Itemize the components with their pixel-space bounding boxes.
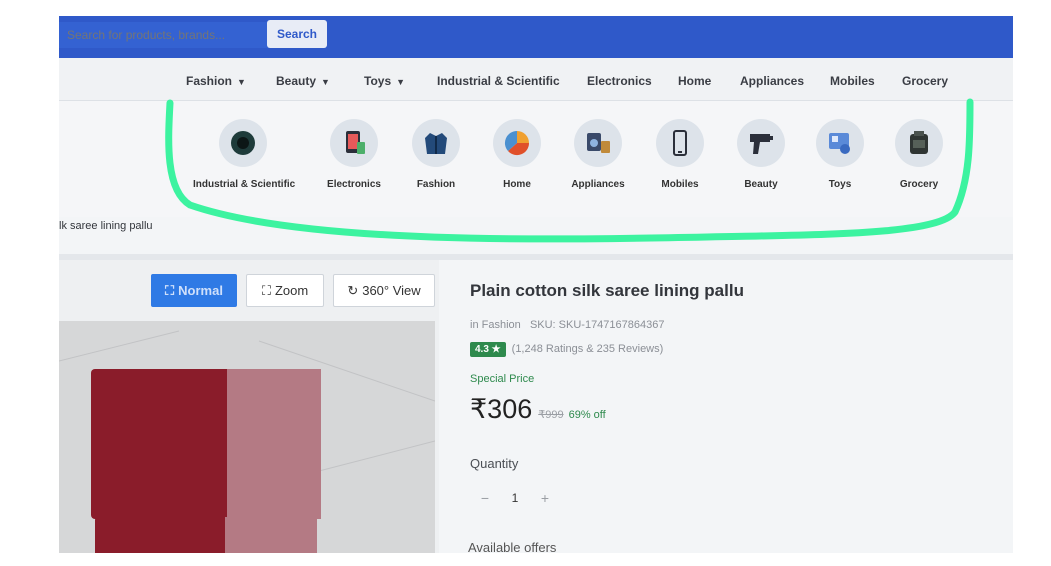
nav-item-toys[interactable]: Toys ▼ [364, 74, 405, 88]
nav-label: Beauty [276, 74, 317, 88]
selling-price: ₹306 [470, 394, 533, 424]
search-button[interactable]: Search [267, 20, 327, 48]
nav-item-fashion[interactable]: Fashion ▼ [186, 74, 246, 88]
category-strip: Industrial & Scientific Electronics Fash… [59, 101, 1013, 217]
quantity-value[interactable]: 1 [500, 491, 530, 505]
quantity-label: Quantity [470, 456, 519, 471]
search-input[interactable] [59, 22, 275, 48]
product-title: Plain cotton silk saree lining pallu [470, 281, 744, 300]
rotate-icon: ↻ [347, 282, 359, 298]
top-header: Search [59, 16, 1013, 58]
view-360-label: 360° View [362, 283, 421, 298]
view-normal-button[interactable]: ⛶ Normal [151, 274, 237, 307]
quantity-stepper: −1 + [470, 490, 560, 506]
home-decor-icon [493, 119, 541, 167]
category-nav: Fashion ▼ Beauty ▼ Toys ▼ Industrial & Scie… [59, 58, 1013, 101]
zoom-icon: ⛶ [261, 282, 271, 298]
view-zoom-button[interactable]: ⛶ Zoom [246, 274, 324, 307]
product-sku: SKU: SKU-1747167864367 [529, 319, 665, 331]
industrial-icon [219, 119, 267, 167]
ratings-count[interactable]: (1,248 Ratings & 235 Reviews) [512, 343, 664, 355]
nav-item-mobiles[interactable]: Mobiles [830, 74, 875, 88]
category-grocery[interactable]: Grocery [869, 119, 969, 190]
grocery-icon [895, 119, 943, 167]
increment-button[interactable]: + [530, 490, 560, 506]
hair-dryer-icon [737, 119, 785, 167]
product-category[interactable]: in Fashion [470, 319, 521, 331]
nav-item-grocery[interactable]: Grocery [902, 74, 948, 88]
nav-label: Toys [364, 74, 392, 88]
nav-item-home[interactable]: Home [678, 74, 711, 88]
available-offers-heading: Available offers [468, 540, 557, 553]
category-label: Grocery [899, 179, 939, 190]
category-label: Industrial & Scientific [193, 179, 296, 190]
normal-view-icon: ⛶ [165, 282, 175, 298]
nav-item-electronics[interactable]: Electronics [587, 74, 652, 88]
view-360-button[interactable]: ↻ 360° View [333, 274, 435, 307]
view-zoom-label: Zoom [274, 283, 309, 298]
browser-screen: Search Fashion ▼ Beauty ▼ Toys ▼ Industrial… [59, 16, 1013, 553]
product-meta: in Fashion SKU: SKU-1747167864367 [470, 319, 664, 331]
rating-row: 4.3 ★ (1,248 Ratings & 235 Reviews) [470, 342, 663, 357]
special-price-label: Special Price [470, 373, 535, 385]
mobile-phone-icon [656, 119, 704, 167]
nav-item-beauty[interactable]: Beauty ▼ [276, 74, 330, 88]
nav-item-industrial[interactable]: Industrial & Scientific [437, 74, 560, 88]
rating-badge: 4.3 ★ [470, 342, 506, 357]
nav-label: Fashion [186, 74, 233, 88]
breadcrumb: lk saree lining pallu [59, 220, 153, 232]
chevron-down-icon: ▼ [321, 77, 330, 87]
product-image[interactable] [59, 321, 435, 553]
decrement-button[interactable]: − [470, 490, 500, 506]
chevron-down-icon: ▼ [396, 77, 406, 87]
view-normal-label: Normal [178, 283, 223, 298]
original-price: ₹999 [538, 409, 564, 421]
electronics-icon [330, 119, 378, 167]
discount-label: 69% off [568, 409, 606, 421]
appliances-icon [574, 119, 622, 167]
category-industrial[interactable]: Industrial & Scientific [193, 119, 296, 190]
price-row: ₹306 ₹999 69% off [470, 394, 606, 425]
nav-item-appliances[interactable]: Appliances [740, 74, 804, 88]
toys-icon [816, 119, 864, 167]
jacket-icon [412, 119, 460, 167]
chevron-down-icon: ▼ [237, 77, 246, 87]
